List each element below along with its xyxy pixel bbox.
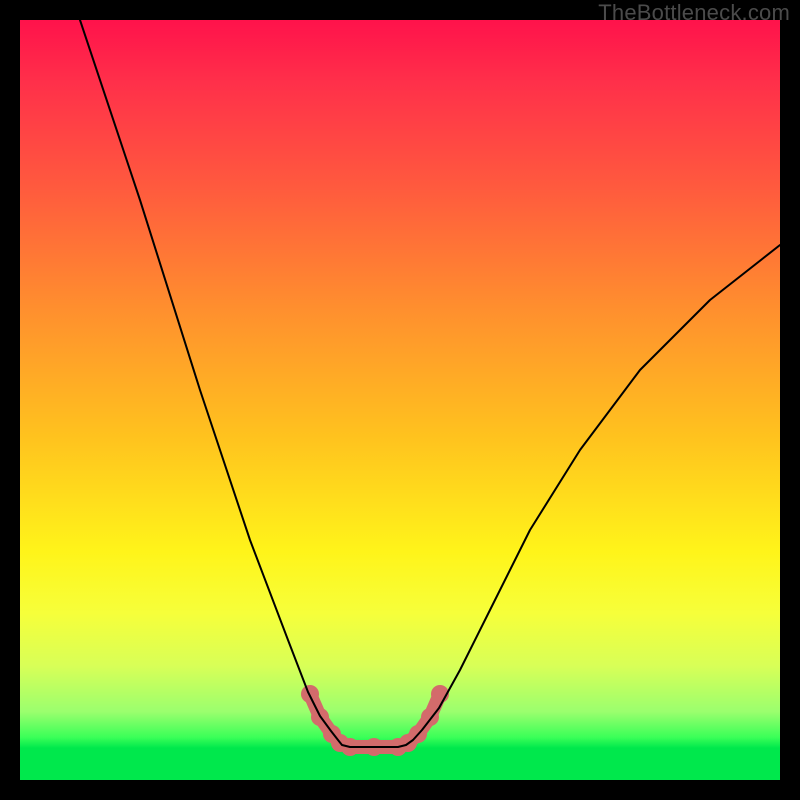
chart-svg [20,20,780,780]
bottleneck-curve-path [80,20,780,747]
plot-area [20,20,780,780]
watermark-text: TheBottleneck.com [598,0,790,26]
chart-frame: TheBottleneck.com [0,0,800,800]
